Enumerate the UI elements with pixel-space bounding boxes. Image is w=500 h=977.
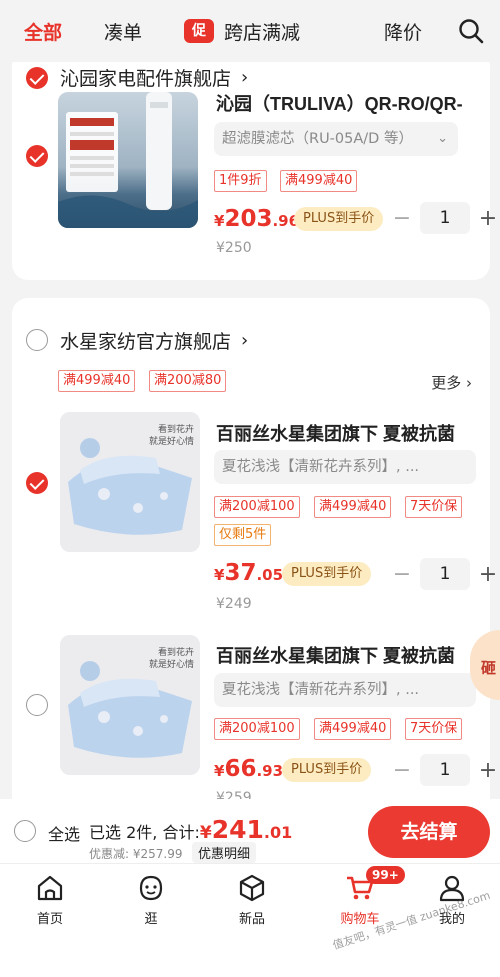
- plus-icon[interactable]: +: [476, 562, 500, 587]
- top-tab-bar: 全部 凑单 促 跨店满减 降价: [0, 0, 500, 62]
- quantity-stepper[interactable]: − 1 +: [390, 558, 500, 590]
- discount-tag: 满200减100: [214, 496, 300, 518]
- quantity-stepper[interactable]: − 1 +: [390, 754, 500, 786]
- selection-summary: 已选 2件, 合计:¥241.01: [89, 815, 293, 844]
- select-all-label[interactable]: 全选: [48, 821, 80, 845]
- tab-bundle[interactable]: 凑单: [104, 18, 142, 45]
- shop-card-qinyuan: 沁园家电配件旗舰店 › 沁园（TRULIVA）QR-RO/QR- 超滤膜滤芯（R…: [12, 50, 497, 280]
- discount-tag: 满499减40: [314, 718, 392, 740]
- discount-tag: 满499减40: [280, 170, 358, 192]
- quantity-field[interactable]: 1: [420, 558, 470, 590]
- search-icon[interactable]: [458, 18, 484, 44]
- quantity-field[interactable]: 1: [420, 202, 470, 234]
- box-icon: [239, 874, 265, 902]
- promo-badge: 促: [184, 19, 215, 43]
- price-protect-tag: 7天价保: [405, 496, 463, 518]
- minus-icon[interactable]: −: [390, 758, 414, 783]
- item-checkbox[interactable]: [26, 145, 48, 167]
- chevron-right-icon: ›: [241, 330, 249, 351]
- product-title[interactable]: 百丽丝水星集团旗下 夏被抗菌: [216, 642, 478, 668]
- shop-checkbox[interactable]: [26, 329, 48, 351]
- tab-price-drop[interactable]: 降价: [384, 18, 422, 45]
- browse-icon: [139, 875, 163, 901]
- cart-count-badge: 99+: [366, 866, 405, 884]
- nav-home[interactable]: 首页: [10, 872, 90, 927]
- spec-selector[interactable]: 夏花浅浅【清新花卉系列】, ...: [214, 673, 476, 707]
- minus-icon[interactable]: −: [390, 206, 414, 231]
- nav-new[interactable]: 新品: [212, 872, 292, 927]
- plus-icon[interactable]: +: [476, 206, 500, 231]
- more-link[interactable]: 更多 ›: [431, 372, 472, 393]
- shop-checkbox[interactable]: [26, 67, 48, 89]
- product-image[interactable]: 看到花卉 就是好心情: [60, 635, 200, 775]
- checkout-button[interactable]: 去结算: [368, 806, 490, 858]
- plus-price-badge: PLUS到手价: [294, 207, 384, 231]
- spec-selector[interactable]: 超滤膜滤芯（RU-05A/D 等） ⌄: [214, 122, 458, 156]
- minus-icon[interactable]: −: [390, 562, 414, 587]
- water-filter-illustration: [58, 92, 198, 228]
- select-all-checkbox[interactable]: [14, 820, 36, 842]
- stock-tag: 仅剩5件: [214, 524, 272, 546]
- product-title[interactable]: 沁园（TRULIVA）QR-RO/QR-: [216, 94, 484, 116]
- shop-header[interactable]: 水星家纺官方旗舰店 ›: [60, 327, 248, 354]
- saved-amount: 优惠减: ¥257.99: [89, 847, 183, 861]
- quantity-field[interactable]: 1: [420, 754, 470, 786]
- bottom-nav: 首页 逛 新品 99+ 购物车 我的 值友吧，有灵一值 zuanke8.com: [0, 863, 500, 977]
- plus-price-badge: PLUS到手价: [282, 562, 372, 586]
- discount-detail-button[interactable]: 优惠明细: [192, 842, 257, 863]
- original-price: ¥250: [216, 240, 252, 256]
- image-caption: 看到花卉 就是好心情: [148, 425, 194, 447]
- price-protect-tag: 7天价保: [405, 718, 463, 740]
- tab-all[interactable]: 全部: [24, 18, 62, 45]
- total-price: ¥241.01: [199, 815, 293, 844]
- spec-selector[interactable]: 夏花浅浅【清新花卉系列】, ...: [214, 450, 476, 484]
- nav-browse[interactable]: 逛: [111, 872, 191, 927]
- discount-tag: 满200减100: [214, 718, 300, 740]
- checkout-bar: 全选 已选 2件, 合计:¥241.01 优惠减: ¥257.99 优惠明细 去…: [0, 799, 500, 863]
- original-price: ¥249: [216, 596, 252, 612]
- shop-name: 水星家纺官方旗舰店: [60, 332, 232, 353]
- discount-tag: 1件9折: [214, 170, 267, 192]
- price: ¥37.05: [214, 560, 284, 586]
- product-image[interactable]: 看到花卉 就是好心情: [60, 412, 200, 552]
- product-title[interactable]: 百丽丝水星集团旗下 夏被抗菌: [216, 420, 478, 446]
- tab-cross-store-discount[interactable]: 促 跨店满减: [184, 18, 300, 45]
- item-checkbox[interactable]: [26, 694, 48, 716]
- price: ¥66.93: [214, 756, 284, 782]
- discount-tag: 满499减40: [314, 496, 392, 518]
- price: ¥203.96: [214, 206, 300, 232]
- chevron-right-icon: ›: [241, 67, 249, 88]
- home-icon: [37, 875, 63, 901]
- image-caption: 看到花卉 就是好心情: [148, 648, 194, 670]
- shop-name: 沁园家电配件旗舰店: [60, 69, 232, 90]
- shop-header[interactable]: 沁园家电配件旗舰店 ›: [60, 64, 248, 91]
- item-checkbox[interactable]: [26, 472, 48, 494]
- shop-card-mercury: 水星家纺官方旗舰店 › 满499减40 满200减80 更多 › 看到花卉 就是…: [12, 298, 497, 818]
- shop-discount-tag: 满200减80: [149, 370, 227, 392]
- chevron-down-icon: ⌄: [437, 131, 448, 146]
- shop-discount-tag: 满499减40: [58, 370, 136, 392]
- product-image[interactable]: [58, 92, 198, 228]
- quantity-stepper[interactable]: − 1 +: [390, 202, 500, 234]
- plus-icon[interactable]: +: [476, 758, 500, 783]
- plus-price-badge: PLUS到手价: [282, 758, 372, 782]
